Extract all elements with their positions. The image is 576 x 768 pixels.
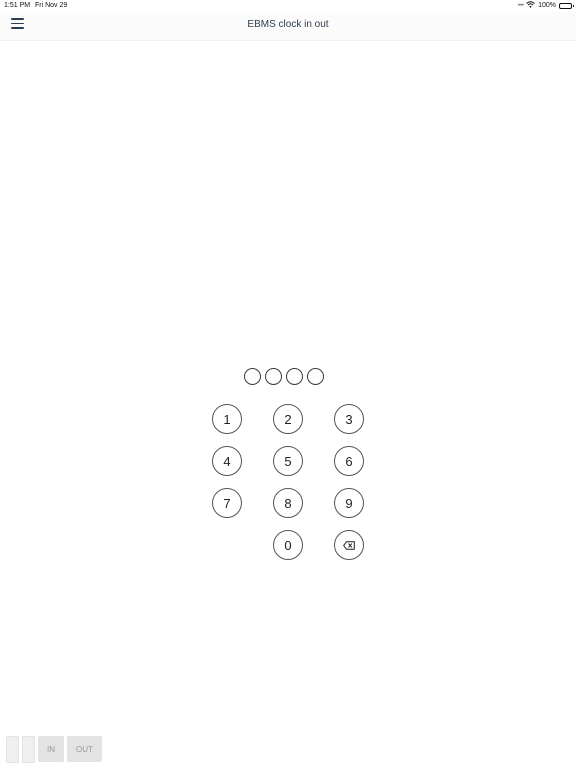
- pin-dot: [244, 368, 261, 385]
- keypad-key-1[interactable]: 1: [212, 404, 242, 434]
- pin-dot: [265, 368, 282, 385]
- signal-icon: •••••: [517, 2, 524, 9]
- pin-indicator: [244, 368, 324, 385]
- clock-in-button[interactable]: IN: [38, 736, 64, 762]
- wifi-icon: [526, 1, 535, 10]
- status-indicator: [22, 736, 35, 763]
- keypad-key-0[interactable]: 0: [273, 530, 303, 560]
- keypad-key-9[interactable]: 9: [334, 488, 364, 518]
- page-title: EBMS clock in out: [247, 19, 329, 30]
- status-bar: 1:51 PM Fri Nov 29 ••••• 100%: [0, 0, 576, 12]
- keypad-key-7[interactable]: 7: [212, 488, 242, 518]
- backspace-icon: [343, 540, 355, 550]
- backspace-button[interactable]: [334, 530, 364, 560]
- clock-out-button[interactable]: OUT: [67, 736, 102, 762]
- status-date: Fri Nov 29: [35, 2, 68, 9]
- keypad-key-4[interactable]: 4: [212, 446, 242, 476]
- employee-indicator: [6, 736, 19, 763]
- navigation-bar: EBMS clock in out: [0, 12, 576, 41]
- status-time: 1:51 PM: [4, 2, 31, 9]
- keypad-key-2[interactable]: 2: [273, 404, 303, 434]
- pin-dot: [286, 368, 303, 385]
- keypad-key-3[interactable]: 3: [334, 404, 364, 434]
- pin-dot: [307, 368, 324, 385]
- keypad-key-5[interactable]: 5: [273, 446, 303, 476]
- clock-action-bar: IN OUT: [6, 736, 102, 763]
- battery-icon: [559, 2, 574, 9]
- keypad-key-8[interactable]: 8: [273, 488, 303, 518]
- keypad-key-6[interactable]: 6: [334, 446, 364, 476]
- status-indicators: ••••• 100%: [517, 1, 574, 10]
- battery-percent: 100%: [538, 2, 556, 9]
